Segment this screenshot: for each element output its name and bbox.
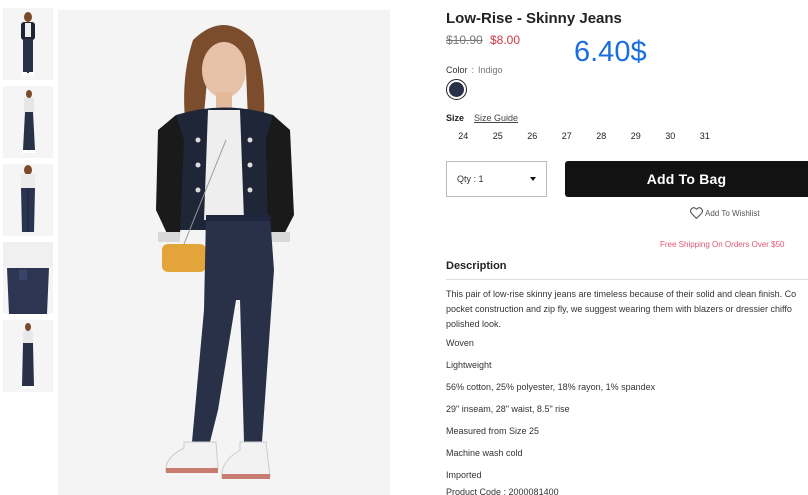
wishlist-label: Add To Wishlist <box>705 208 760 218</box>
divider <box>446 279 808 280</box>
color-swatch-indigo[interactable] <box>446 79 467 100</box>
description-heading: Description <box>446 260 507 272</box>
size-guide-link[interactable]: Size Guide <box>474 113 518 123</box>
add-to-bag-button[interactable]: Add To Bag <box>565 161 808 197</box>
description-bullet: Measured from Size 25 <box>446 426 540 436</box>
thumbnail-detail[interactable] <box>3 242 53 314</box>
description-bullet: 29" inseam, 28" waist, 8.5" rise <box>446 404 570 414</box>
add-to-wishlist-link[interactable]: Add To Wishlist <box>690 207 760 219</box>
color-separator: : <box>471 65 475 75</box>
product-code: Product Code : 2000081400 <box>446 487 559 495</box>
discount-price-overlay: 6.40$ <box>574 36 647 68</box>
description-bullet: Woven <box>446 338 474 348</box>
description-line: polished look. <box>446 319 502 329</box>
product-details: Low-Rise - Skinny Jeans $10.90 $8.00 6.4… <box>446 0 808 495</box>
main-product-image[interactable] <box>58 10 390 495</box>
size-option-29[interactable]: 29 <box>619 131 654 141</box>
caret-down-icon <box>530 177 536 181</box>
original-price: $10.90 <box>446 33 483 47</box>
description-line: This pair of low-rise skinny jeans are t… <box>446 289 797 299</box>
size-option-26[interactable]: 26 <box>515 131 550 141</box>
description-line: pocket construction and zip fly, we sugg… <box>446 304 792 314</box>
description-bullet: Imported <box>446 470 482 480</box>
color-label-text: Color <box>446 65 468 75</box>
thumbnail-side[interactable] <box>3 86 53 158</box>
product-title: Low-Rise - Skinny Jeans <box>446 10 622 27</box>
description-bullet: Lightweight <box>446 360 492 370</box>
size-option-31[interactable]: 31 <box>688 131 723 141</box>
swatch-fill <box>449 82 464 97</box>
color-value: Indigo <box>478 65 503 75</box>
description-bullet: Machine wash cold <box>446 448 523 458</box>
thumbnail-full[interactable] <box>3 320 53 392</box>
color-label: Color: Indigo <box>446 65 503 75</box>
quantity-value: Qty : 1 <box>457 174 484 184</box>
thumbnail-back[interactable] <box>3 164 53 236</box>
size-option-28[interactable]: 28 <box>584 131 619 141</box>
size-options: 24 25 26 27 28 29 30 31 <box>446 131 722 141</box>
size-option-27[interactable]: 27 <box>550 131 585 141</box>
size-option-30[interactable]: 30 <box>653 131 688 141</box>
description-paragraph: This pair of low-rise skinny jeans are t… <box>446 287 808 332</box>
heart-icon <box>690 207 703 219</box>
thumbnail-front[interactable] <box>3 8 53 80</box>
size-label: Size <box>446 113 465 123</box>
size-option-24[interactable]: 24 <box>446 131 481 141</box>
free-shipping-notice: Free Shipping On Orders Over $50 <box>660 240 785 249</box>
size-option-25[interactable]: 25 <box>481 131 516 141</box>
quantity-select[interactable]: Qty : 1 <box>446 161 547 197</box>
description-bullet: 56% cotton, 25% polyester, 18% rayon, 1%… <box>446 382 656 392</box>
sale-price: $8.00 <box>490 33 521 47</box>
